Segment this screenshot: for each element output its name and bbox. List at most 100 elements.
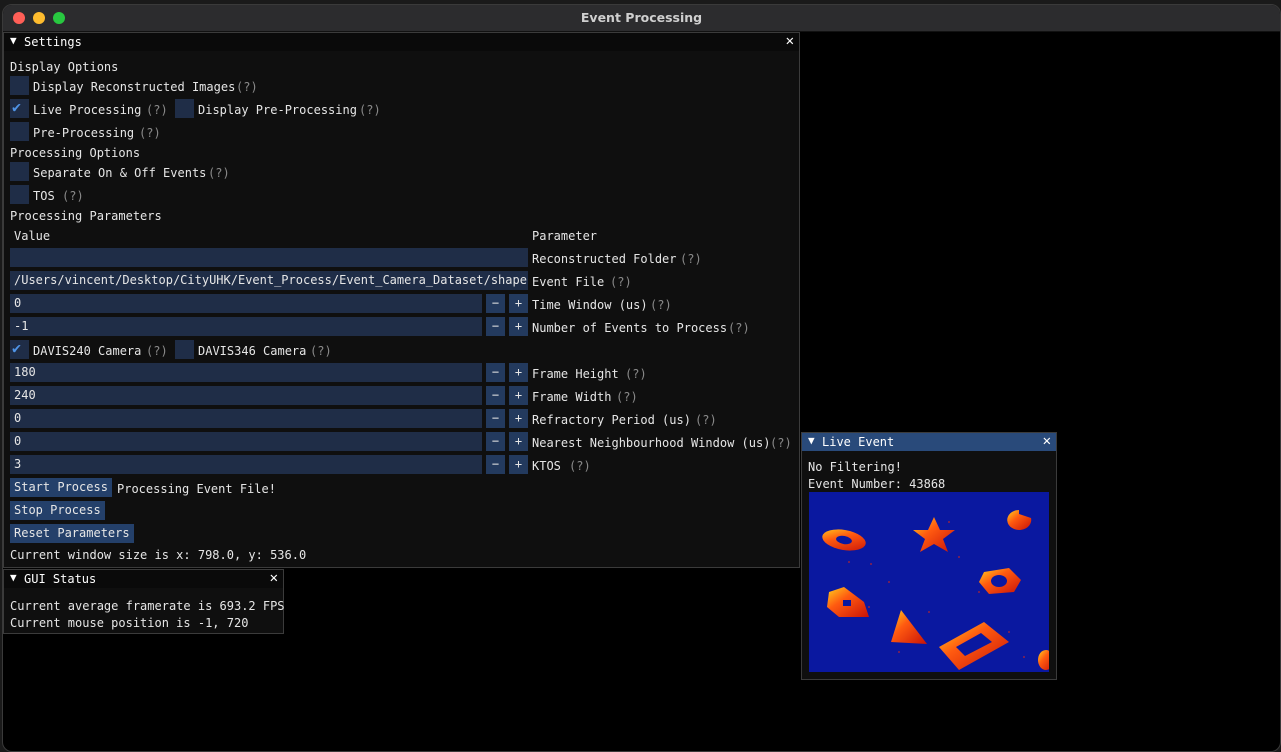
window-title: Event Processing [580,10,703,25]
frame-height-decrement-button[interactable]: − [486,363,505,382]
nn-window-increment-button[interactable]: + [509,432,528,451]
time-window-decrement-button[interactable]: − [486,294,505,313]
reset-parameters-button[interactable]: Reset Parameters [10,524,134,543]
live-event-title: Live Event [822,435,895,449]
frame-width-decrement-button[interactable]: − [486,386,505,405]
ktos-label: KTOS [532,459,561,473]
settings-panel: ▼ Settings ✕ Display Options Display Rec… [3,32,800,568]
reconstructed-folder-input[interactable] [10,248,528,267]
help-marker[interactable]: (?) [62,188,84,204]
separate-on-off-checkbox[interactable] [10,162,29,181]
event-file-input[interactable]: /Users/vincent/Desktop/CityUHK/Event_Pro… [10,271,528,290]
app-window: Event Processing ▼ Settings ✕ Display Op… [2,4,1281,752]
help-marker[interactable]: (?) [728,320,750,336]
filter-status-text: No Filtering! [808,460,902,474]
event-file-label: Event File [532,275,605,289]
frame-width-label: Frame Width [532,390,612,404]
num-events-decrement-button[interactable]: − [486,317,505,336]
close-icon[interactable]: ✕ [786,33,794,49]
collapse-triangle-icon[interactable]: ▼ [10,34,17,47]
help-marker[interactable]: (?) [650,297,672,313]
event-number-text: Event Number: 43868 [808,477,946,491]
davis346-label: DAVIS346 Camera [198,344,307,358]
gui-status-titlebar[interactable]: ▼ GUI Status ✕ [4,570,283,588]
help-marker[interactable]: (?) [359,102,381,118]
ktos-input[interactable]: 3 [10,455,482,474]
help-marker[interactable]: (?) [569,458,591,474]
pre-processing-label: Pre-Processing [33,126,135,140]
close-icon[interactable]: ✕ [270,570,278,586]
checkmark-icon: ✔ [12,339,22,357]
help-marker[interactable]: (?) [139,125,161,141]
help-marker[interactable]: (?) [146,102,168,118]
window-titlebar[interactable]: Event Processing [3,5,1280,32]
display-reconstructed-label: Display Reconstructed Images [33,80,236,94]
davis346-checkbox[interactable] [175,340,194,359]
help-marker[interactable]: (?) [770,435,792,451]
refractory-decrement-button[interactable]: − [486,409,505,428]
tos-checkbox[interactable] [10,185,29,204]
gui-status-panel: ▼ GUI Status ✕ Current average framerate… [3,569,285,634]
help-marker[interactable]: (?) [146,343,168,359]
nn-window-input[interactable]: 0 [10,432,482,451]
help-marker[interactable]: (?) [236,79,258,95]
gui-status-title: GUI Status [24,572,97,586]
live-processing-label: Live Processing [33,103,142,117]
processing-parameters-header: Processing Parameters [10,209,162,223]
settings-titlebar[interactable]: ▼ Settings ✕ [4,33,799,51]
display-pre-processing-checkbox[interactable] [175,99,194,118]
collapse-triangle-icon[interactable]: ▼ [10,571,17,584]
help-marker[interactable]: (?) [695,412,717,428]
display-options-header: Display Options [10,60,119,74]
help-marker[interactable]: (?) [310,343,332,359]
num-events-increment-button[interactable]: + [509,317,528,336]
start-process-button[interactable]: Start Process [10,478,112,497]
close-icon[interactable]: ✕ [1043,433,1051,449]
refractory-input[interactable]: 0 [10,409,482,428]
processing-options-header: Processing Options [10,146,141,160]
time-window-input[interactable]: 0 [10,294,482,313]
window-size-text: Current window size is x: 798.0, y: 536.… [10,548,307,562]
nn-window-label: Nearest Neighbourhood Window (us) [532,436,771,450]
ktos-decrement-button[interactable]: − [486,455,505,474]
framerate-text: Current average framerate is 693.2 FPS [10,599,285,613]
collapse-triangle-icon[interactable]: ▼ [808,434,815,447]
tos-label: TOS [33,189,55,203]
live-event-titlebar[interactable]: ▼ Live Event ✕ [802,433,1056,451]
pre-processing-checkbox[interactable] [10,122,29,141]
reconstructed-folder-label: Reconstructed Folder [532,252,677,266]
display-pre-processing-label: Display Pre-Processing [198,103,357,117]
help-marker[interactable]: (?) [208,165,230,181]
time-window-label: Time Window (us) [532,298,648,312]
frame-height-label: Frame Height [532,367,619,381]
frame-width-increment-button[interactable]: + [509,386,528,405]
live-processing-checkbox[interactable]: ✔ [10,98,29,118]
event-shapes-svg [809,492,1049,672]
refractory-increment-button[interactable]: + [509,409,528,428]
frame-height-input[interactable]: 180 [10,363,482,382]
help-marker[interactable]: (?) [616,389,638,405]
davis240-label: DAVIS240 Camera [33,344,142,358]
time-window-increment-button[interactable]: + [509,294,528,313]
frame-width-input[interactable]: 240 [10,386,482,405]
checkmark-icon: ✔ [12,98,22,116]
num-events-label: Number of Events to Process [532,321,728,335]
davis240-checkbox[interactable]: ✔ [10,339,29,359]
help-marker[interactable]: (?) [625,366,647,382]
processing-status-text: Processing Event File! [117,482,276,496]
num-events-input[interactable]: -1 [10,317,482,336]
frame-height-increment-button[interactable]: + [509,363,528,382]
event-frame-image [809,492,1049,672]
column-header-parameter: Parameter [532,229,598,243]
separate-on-off-label: Separate On & Off Events [33,166,207,180]
column-header-value: Value [14,229,51,243]
mouse-position-text: Current mouse position is -1, 720 [10,616,249,630]
nn-window-decrement-button[interactable]: − [486,432,505,451]
help-marker[interactable]: (?) [680,251,702,267]
ktos-increment-button[interactable]: + [509,455,528,474]
display-reconstructed-checkbox[interactable] [10,76,29,95]
stop-process-button[interactable]: Stop Process [10,501,105,520]
settings-title: Settings [24,35,82,49]
help-marker[interactable]: (?) [610,274,632,290]
live-event-panel: ▼ Live Event ✕ No Filtering! Event Numbe… [801,432,1057,680]
